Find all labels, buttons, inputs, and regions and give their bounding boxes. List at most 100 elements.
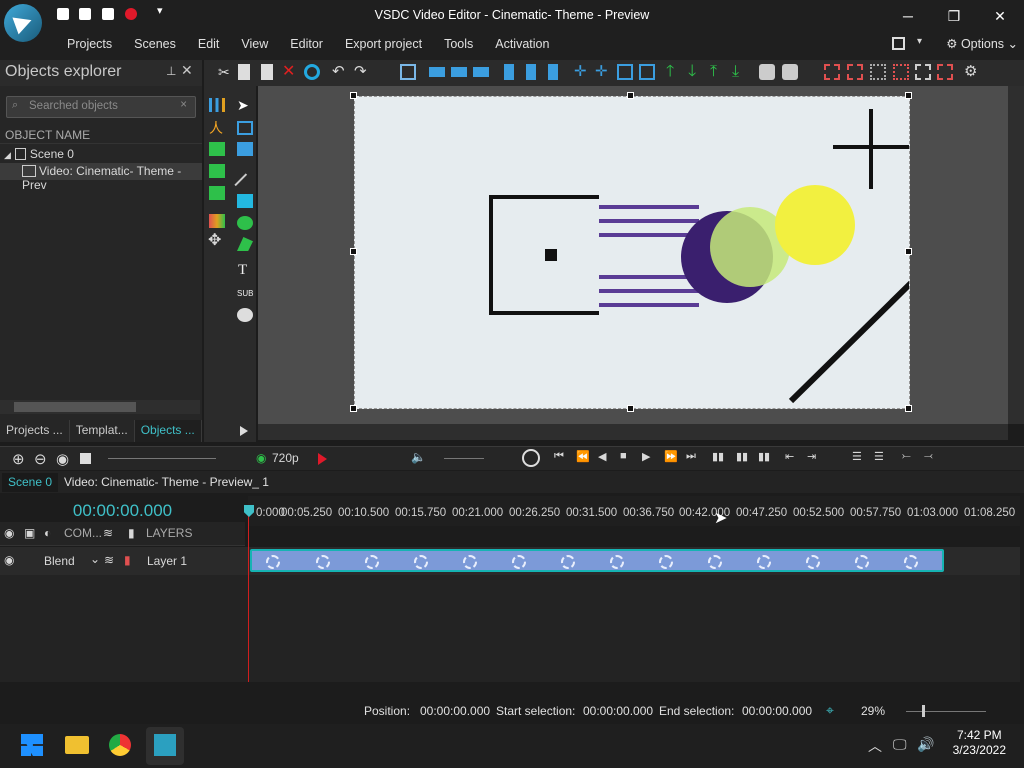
visibility-eye-icon[interactable]: ◉ [4,526,14,540]
layout-icon[interactable] [892,37,905,50]
record-circle-icon[interactable] [304,64,320,80]
search-input[interactable]: ⌕ Searched objects × [6,96,196,118]
link-icon[interactable]: ⤚ [902,450,911,463]
previous-frame-icon[interactable]: ◀ [598,450,606,463]
preview-vertical-scrollbar[interactable] [1008,86,1024,424]
resize-handle[interactable] [350,405,357,412]
speaker-icon[interactable]: 🔊 [917,736,934,753]
blend-mode-select[interactable]: Blend [44,554,75,568]
next-marker-icon[interactable]: ⇥ [807,450,816,463]
align-center-icon[interactable] [451,67,467,77]
remove-layer-icon[interactable]: ⊖ [34,450,47,468]
preview-horizontal-scrollbar[interactable] [258,424,1008,440]
menu-scenes[interactable]: Scenes [123,34,187,54]
zoom-slider-thumb[interactable] [922,705,925,717]
image-tool-icon[interactable] [209,142,225,156]
undo-icon[interactable]: ↶ [332,64,348,80]
system-clock[interactable]: 7:42 PM 3/23/2022 [953,728,1006,758]
pin-icon[interactable]: ⊥ [166,64,176,78]
playhead[interactable] [248,510,249,682]
move-tool-icon[interactable]: ✥ [208,233,224,249]
chevron-down-icon[interactable]: ⌄ [90,552,100,566]
tab-projects[interactable]: Projects ... [0,420,70,442]
options-button[interactable]: ⚙ Options ⌄ [946,34,1018,54]
fast-forward-icon[interactable]: ⏩ [664,450,678,463]
tab-templates[interactable]: Templat... [70,420,135,442]
close-icon[interactable]: ✕ [181,62,193,79]
tree-item-scene[interactable]: ◢ Scene 0 [0,146,202,163]
track-visibility-eye-icon[interactable]: ◉ [4,553,14,567]
fill-icon[interactable] [639,64,655,80]
menu-edit[interactable]: Edit [187,34,231,54]
align-left-icon[interactable] [429,67,445,77]
align-right-icon[interactable] [473,67,489,77]
ungroup-icon[interactable] [782,64,798,80]
network-icon[interactable]: 🖵 [893,736,907,753]
volume-icon[interactable]: 🔈 [411,450,426,464]
chevron-up-icon[interactable]: ︿ [868,736,882,756]
go-to-start-icon[interactable]: ⏮ [554,450,564,463]
resize-handle[interactable] [905,405,912,412]
volume-slider[interactable] [444,458,484,459]
resolution-select[interactable]: 720p [272,451,299,465]
layer-name[interactable]: Layer 1 [147,554,187,568]
menu-view[interactable]: View [230,34,279,54]
group-icon[interactable] [759,64,775,80]
chrome-icon[interactable] [109,734,131,756]
copy-icon[interactable] [238,64,250,80]
file-explorer-icon[interactable] [65,736,89,754]
delete-icon[interactable]: ✕ [282,64,298,80]
rewind-icon[interactable]: ⏪ [576,450,590,463]
safe-area-icon[interactable] [937,64,953,80]
play-icon[interactable]: ▶ [642,450,650,463]
scrollbar-thumb[interactable] [14,402,136,412]
resize-handle[interactable] [350,248,357,255]
minimize-button[interactable]: ─ [897,6,919,26]
resize-handle[interactable] [905,92,912,99]
send-to-back-icon[interactable]: ⤓ [732,64,748,80]
marker-icon[interactable]: ▮▮ [758,450,770,463]
fit-icon[interactable] [617,64,633,80]
resize-handle[interactable] [905,248,912,255]
object-name-column-header[interactable]: OBJECT NAME [0,126,202,144]
expand-arrow-icon[interactable] [240,426,248,436]
settings-gear-icon[interactable]: ⚙ [964,64,980,80]
callout-tool-icon[interactable] [237,308,253,322]
video-tool-icon[interactable] [209,186,225,200]
spectrum-tool-icon[interactable] [209,214,225,228]
record-layer-icon[interactable] [80,453,91,464]
layout-dropdown-icon[interactable]: ▾ [917,36,922,47]
freeform-tool-icon[interactable] [237,237,253,251]
ellipse-tool-icon[interactable] [237,216,253,230]
chart-tool-icon[interactable] [209,98,225,112]
snap-timeline-icon[interactable]: ⤙ [924,450,933,463]
move-up-icon[interactable]: 🡑 [666,64,682,80]
layers-tool-icon[interactable] [237,142,253,156]
align-track-icon[interactable]: ☰ [852,450,862,463]
move-down-icon[interactable]: 🡓 [688,64,704,80]
line-tool-icon[interactable] [234,173,256,195]
tab-objects[interactable]: Objects ... [134,420,202,442]
vsdc-taskbar-button[interactable] [146,727,184,765]
menu-activation[interactable]: Activation [484,34,560,54]
rectangle-select-icon[interactable] [237,121,253,135]
align-bottom-icon[interactable] [548,64,558,80]
resize-handle[interactable] [627,92,634,99]
tab-video-preview[interactable]: Video: Cinematic- Theme - Preview_ 1 [58,473,275,492]
clear-icon[interactable]: × [180,99,187,111]
guides-icon[interactable] [915,64,931,80]
select-all-icon[interactable] [400,64,416,80]
split-icon[interactable]: ▮▮ [712,450,724,463]
blend-mode-icon[interactable]: ◐ [44,526,51,540]
redo-icon[interactable]: ↷ [354,64,370,80]
rectangle-tool-icon[interactable] [237,194,253,208]
start-icon[interactable] [21,734,43,756]
lock-icon[interactable]: ▣ [24,526,35,540]
video-preview-frame[interactable] [354,96,910,409]
zoom-slider[interactable] [906,711,986,712]
sprite-tool-icon[interactable]: 人 [209,121,225,135]
align-middle-icon[interactable] [526,64,536,80]
horizontal-scrollbar[interactable] [0,400,200,414]
play-preview-icon[interactable] [318,453,327,465]
paste-icon[interactable] [261,64,273,80]
